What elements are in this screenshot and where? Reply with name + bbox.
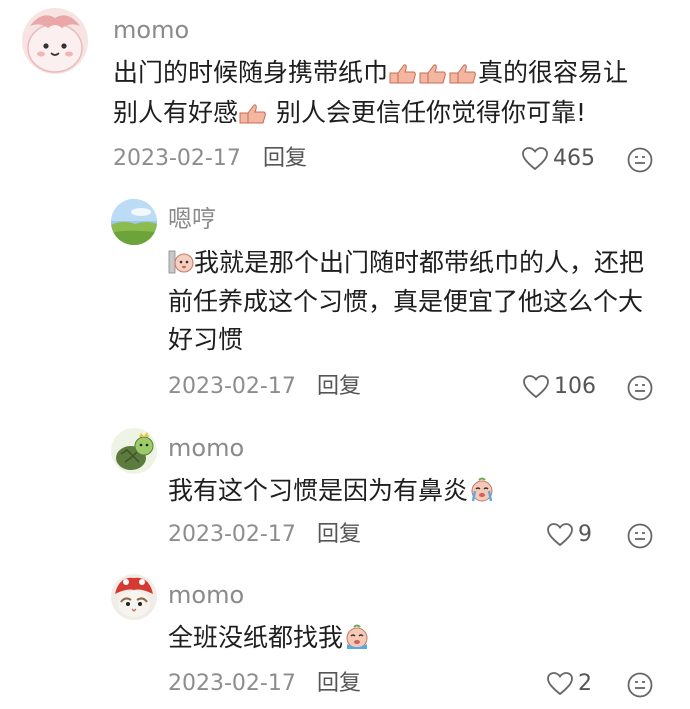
reply-button[interactable]: 回复 [263,144,307,174]
heart-icon [547,523,573,547]
comment-meta: 2023-02-17 回复 465 [0,144,690,174]
comment-date: 2023-02-17 [113,146,241,171]
comment-item: momo 我有这个习惯是因为有鼻炎 2023-02-17 回复 9 [0,420,690,560]
comment-text: 别人有好感 [113,98,239,127]
comment-text-line: 我有这个习惯是因为有鼻炎 [168,470,496,516]
comment-meta: 2023-02-17 回复 9 [0,520,690,550]
emoji-react-button[interactable] [626,374,654,402]
comment-text-line: 别人有好感 别人会更信任你觉得你可靠! [113,92,586,138]
emoji-react-button[interactable] [626,522,654,550]
reply-button[interactable]: 回复 [317,669,361,699]
avatar[interactable] [22,8,88,74]
pink-blob-avatar-icon [22,8,88,74]
comment-date: 2023-02-17 [168,374,296,399]
like-button[interactable]: 106 [522,372,596,402]
comment-text: 全班没纸都找我 [168,623,344,652]
comment-text: 我就是那个出门随时都带纸巾的人，还把 [194,248,645,277]
comment-text: 真的很容易让 [478,58,629,87]
avatar[interactable] [111,199,157,245]
comment-item: momo 出门的时候随身携带纸巾 真的很容易让 别人有好感 别人会更信任你觉得你可… [0,0,690,185]
comment-meta: 2023-02-17 回复 2 [0,669,690,699]
thumbs-up-emoji-icon [238,96,268,138]
username[interactable]: 嗯哼 [168,205,216,233]
comment-meta: 2023-02-17 回复 106 [0,372,690,402]
emoji-react-button[interactable] [626,146,654,174]
comment-text-line: 好习惯 [168,325,244,354]
comment-text: 别人会更信任你觉得你可靠! [268,98,586,127]
comment-item: momo 全班没纸都找我 2023-02-17 回复 2 [0,569,690,703]
crying-face-emoji-icon [343,621,371,663]
like-count: 106 [554,374,596,399]
reply-button[interactable]: 回复 [317,372,361,402]
username[interactable]: momo [113,16,189,44]
heart-icon [522,147,548,171]
like-button[interactable]: 465 [521,144,595,174]
smiley-icon [627,672,653,698]
comment-text-line: 前任养成这个习惯，真是便宜了他这么个大 [168,287,644,316]
like-button[interactable]: 9 [546,520,592,550]
cat-avatar-icon [111,574,157,620]
avatar[interactable] [111,574,157,620]
smiley-icon [627,523,653,549]
smiley-icon [627,147,653,173]
smiley-icon [627,375,653,401]
username[interactable]: momo [168,581,244,609]
comment-text: 出门的时候随身携带纸巾 [113,58,389,87]
heart-icon [523,375,549,399]
heart-icon [547,672,573,696]
username[interactable]: momo [168,434,244,462]
comment-text-line: 全班没纸都找我 [168,617,371,663]
reply-button[interactable]: 回复 [317,520,361,550]
comment-date: 2023-02-17 [168,522,296,547]
crying-face-emoji-icon [468,474,496,516]
emoji-react-button[interactable] [626,671,654,699]
turtle-avatar-icon [111,428,157,474]
avatar[interactable] [111,428,157,474]
like-button[interactable]: 2 [546,669,592,699]
landscape-avatar-icon [111,199,157,245]
comment-item: 嗯哼 我就是那个出门随时都带纸巾的人，还把 前任养成这个习惯，真是便宜了他这么个… [0,192,690,410]
comment-date: 2023-02-17 [168,671,296,696]
comment-text: 我有这个习惯是因为有鼻炎 [168,476,469,505]
like-count: 465 [553,146,595,171]
like-count: 2 [578,671,592,696]
like-count: 9 [578,522,592,547]
